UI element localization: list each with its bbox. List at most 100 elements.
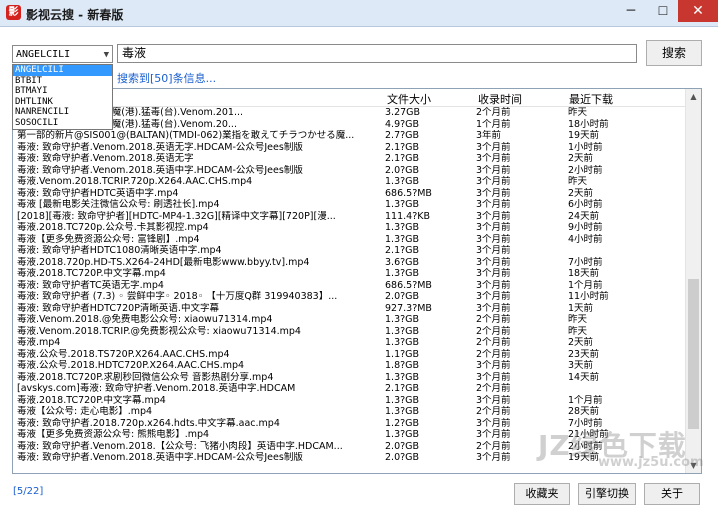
engine-option[interactable]: DHTLINK: [13, 97, 112, 108]
table-row[interactable]: [2018][毒液: 致命守护者][HDTC-MP4-1.32G][精译中文字幕…: [13, 211, 687, 223]
table-row[interactable]: 】毒液: 致命守护者.毒魔(港).猛毒(台).Venom.201... 3.27G…: [13, 107, 687, 119]
engine-option[interactable]: SOSOCILI: [13, 118, 112, 129]
table-row[interactable]: 毒液.Venom.2018.TCRIP.@免费影视公众号: xiaowu7131…: [13, 326, 687, 338]
row-last-download: 昨天: [568, 107, 588, 118]
minimize-button[interactable]: ─: [614, 0, 648, 22]
row-size: 1.8?GB: [385, 360, 420, 371]
row-size: 1.3?GB: [385, 406, 420, 417]
engine-option[interactable]: NANRENCILI: [13, 107, 112, 118]
row-name: 毒液: 致命守护者.Venom.2018.英语中字.HDCAM-公众号Jees制…: [17, 164, 303, 176]
row-name: 毒液.公众号.2018.TS720P.X264.AAC.CHS.mp4: [17, 348, 230, 360]
row-last-download: 3天前: [568, 360, 594, 371]
table-row[interactable]: 毒液: 致命守护者HDTC1080清晰英语中字.mp4 2.1?GB 3个月前: [13, 245, 687, 257]
table-row[interactable]: 毒液.2018.TC720p.公众号.卡其影视控.mp4 1.3?GB 3个月前 9小…: [13, 222, 687, 234]
about-button[interactable]: 关于: [644, 483, 700, 505]
row-name: 毒液.Venom.2018.TCRIP.@免费影视公众号: xiaowu7131…: [17, 325, 301, 337]
table-row[interactable]: 】毒液: 致命守护者.毒魔(港).猛毒(台).Venom.20... 4.9?GB…: [13, 119, 687, 131]
row-name: 毒液: 致命守护者HDTC英语中字.mp4: [17, 187, 179, 199]
row-time: 2个月前: [476, 325, 511, 337]
table-row[interactable]: 毒液: 致命守护者.Venom.2018.英语无字 2.1?GB 3个月前 2天前: [13, 153, 687, 165]
row-name: 毒液.公众号.2018.HDTC720P.X264.AAC.CHS.mp4: [17, 360, 245, 371]
table-row[interactable]: 毒液: 致命守护者HDTC720P清晰英语.中文字幕 927.3?MB 3个月前 1天…: [13, 303, 687, 315]
chevron-down-icon[interactable]: ▼: [104, 46, 109, 64]
table-row[interactable]: 毒液【公众号: 走心电影】.mp4 1.3?GB 2个月前 28天前: [13, 406, 687, 418]
scroll-thumb[interactable]: [688, 279, 699, 429]
results-list[interactable]: 文件大小 收录时间 最近下载 】毒液: 致命守护者.毒魔(港).猛毒(台).Ve…: [12, 88, 702, 474]
close-window-button[interactable]: ✕: [678, 0, 718, 22]
table-row[interactable]: 毒液: 致命守护者.Venom.2018.英语中字.HDCAM-公众号Jees制…: [13, 165, 687, 177]
row-name: 毒液.mp4: [17, 337, 61, 348]
table-row[interactable]: 毒液 [最新电影关注微信公众号: 刷透社长].mp4 1.3?GB 3个月前 6小时前: [13, 199, 687, 211]
row-name: [2018][毒液: 致命守护者][HDTC-MP4-1.32G][精译中文字幕…: [17, 210, 336, 222]
table-row[interactable]: 毒液.2018.TC720P.中文字幕.mp4 1.3?GB 3个月前 18天前: [13, 268, 687, 280]
engine-option[interactable]: BTMAYI: [13, 86, 112, 97]
table-row[interactable]: 毒液.2018.TC720P.求剧秒回微信公众号 音影热剧分享.mp4 1.3?G…: [13, 372, 687, 384]
row-size: 2.7?GB: [385, 130, 420, 141]
table-row[interactable]: 毒液.公众号.2018.HDTC720P.X264.AAC.CHS.mp4 1.8…: [13, 360, 687, 372]
row-time: 3个月前: [476, 371, 511, 383]
table-row[interactable]: 毒液: 致命守护者HDTC英语中字.mp4 686.5?MB 3个月前 2天前: [13, 188, 687, 200]
row-name: 毒液: 致命守护者.Venom.2018.英语无字.HDCAM-公众号Jees制…: [17, 141, 303, 153]
row-time: 3个月前: [476, 302, 511, 314]
table-row[interactable]: 第一部的新片@SIS001@(BALTAN)(TMDI-062)業指を敢えてチラ…: [13, 130, 687, 142]
row-size: 2.1?GB: [385, 383, 420, 394]
row-size: 2.0?GB: [385, 452, 420, 463]
table-row[interactable]: 毒液: 致命守护者.Venom.2018.英语无字.HDCAM-公众号Jees制…: [13, 142, 687, 154]
engine-select[interactable]: ANGELCILI ▼: [12, 45, 113, 63]
table-row[interactable]: 毒液: 致命守护者TC英语无字.mp4 686.5?MB 3个月前 1个月前: [13, 280, 687, 292]
search-input[interactable]: 毒液: [117, 44, 637, 63]
row-size: 3.27GB: [385, 107, 421, 118]
row-last-download: 14天前: [568, 371, 600, 383]
engine-option[interactable]: BTBIT: [13, 76, 112, 87]
row-time: 3个月前: [476, 222, 511, 233]
row-last-download: 昨天: [568, 176, 588, 187]
row-time: 2个月前: [476, 406, 511, 417]
table-row[interactable]: 毒液.2018.720p.HD-TS.X264-24HD[最新电影www.bby…: [13, 257, 687, 269]
engine-option[interactable]: ANGELCILI: [13, 65, 112, 76]
row-name: 毒液.2018.720p.HD-TS.X264-24HD[最新电影www.bby…: [17, 256, 310, 268]
column-header-size[interactable]: 文件大小: [387, 91, 431, 107]
row-size: 3.6?GB: [385, 256, 420, 268]
table-row[interactable]: 毒液: 致命守护者 (7.3) ◦ 尝鲜中字◦ 2018◦ 【十万度Q群 319…: [13, 291, 687, 303]
row-time: 3年前: [476, 130, 502, 141]
table-row[interactable]: [avskys.com]毒液: 致命守护者.Venom.2018.英语中字.HD…: [13, 383, 687, 395]
table-row[interactable]: 毒液.Venom.2018.@免费电影公众号: xiaowu71314.mp4 1…: [13, 314, 687, 326]
row-size: 686.5?MB: [385, 279, 432, 291]
page-indicator: [5/22]: [13, 486, 44, 497]
switch-engine-button[interactable]: 引擎切换: [578, 483, 636, 505]
row-last-download: 1天前: [568, 302, 594, 314]
title-bar: 影 影视云搜 - 新春版 ─ ☐ ✕: [0, 0, 718, 27]
watermark-url: www.jz5u.com: [598, 455, 704, 470]
column-header-last-download[interactable]: 最近下载: [569, 91, 613, 107]
row-size: 1.3?GB: [385, 325, 420, 337]
row-last-download: 昨天: [568, 314, 588, 325]
maximize-button[interactable]: ☐: [646, 0, 680, 22]
vertical-scrollbar[interactable]: ▲ ▼: [685, 89, 701, 473]
row-last-download: 11小时前: [568, 291, 609, 302]
search-button[interactable]: 搜索: [646, 40, 702, 66]
table-row[interactable]: 毒液.2018.TC720P.中文字幕.mp4 1.3?GB 3个月前 1个月前: [13, 395, 687, 407]
table-row[interactable]: 毒液.Venom.2018.TCRIP.720p.X264.AAC.CHS.mp…: [13, 176, 687, 188]
row-size: 2.1?GB: [385, 153, 420, 164]
row-name: 毒液 [最新电影关注微信公众号: 刷透社长].mp4: [17, 199, 220, 210]
row-time: 3个月前: [476, 245, 511, 256]
row-name: 毒液: 致命守护者 (7.3) ◦ 尝鲜中字◦ 2018◦ 【十万度Q群 319…: [17, 291, 338, 302]
favorites-button[interactable]: 收藏夹: [514, 483, 570, 505]
column-header-time[interactable]: 收录时间: [478, 91, 522, 107]
row-time: 3个月前: [476, 141, 511, 153]
row-name: 毒液.2018.TC720p.公众号.卡其影视控.mp4: [17, 222, 209, 233]
row-last-download: 28天前: [568, 406, 600, 417]
table-row[interactable]: 毒液.公众号.2018.TS720P.X264.AAC.CHS.mp4 1.1?G…: [13, 349, 687, 361]
row-last-download: 6小时前: [568, 199, 603, 210]
row-time: 3个月前: [476, 279, 511, 291]
table-row[interactable]: 毒液.mp4 1.3?GB 2个月前 2天前: [13, 337, 687, 349]
row-size: 1.2?GB: [385, 417, 420, 429]
scroll-up-icon[interactable]: ▲: [686, 89, 701, 104]
row-size: 4.9?GB: [385, 118, 420, 130]
row-size: 1.3?GB: [385, 371, 420, 383]
table-row[interactable]: 毒液【更多免费资源公众号: 富锋剧】.mp4 1.3?GB 3个月前 4小时前: [13, 234, 687, 246]
app-icon: 影: [6, 5, 21, 20]
row-time: 2个月前: [476, 107, 511, 118]
engine-dropdown: ANGELCILI BTBIT BTMAYI DHTLINK NANRENCIL…: [12, 64, 113, 130]
row-size: 2.0?GB: [385, 164, 420, 176]
